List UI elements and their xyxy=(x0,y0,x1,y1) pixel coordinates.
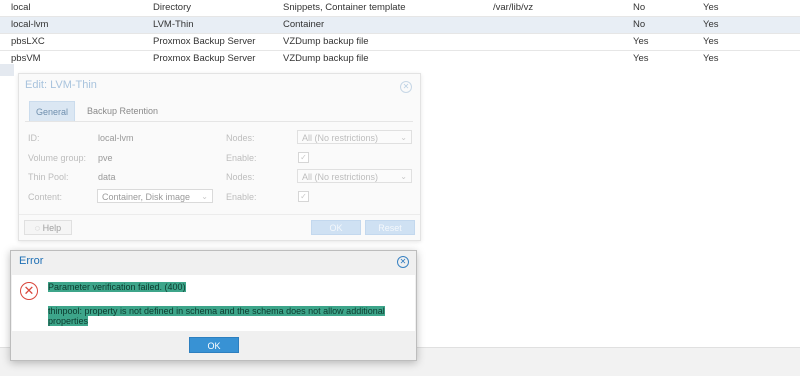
volume-group-value: pve xyxy=(98,153,113,163)
error-message-line: Parameter verification failed. (400) xyxy=(48,282,186,292)
enable-checkbox[interactable]: ✓ xyxy=(298,191,309,202)
nodes-select-value: All (No restrictions) xyxy=(302,133,379,143)
edit-lvm-thin-window: Edit: LVM-Thin ✕ General Backup Retentio… xyxy=(18,73,421,241)
cell-path: /var/lib/vz xyxy=(493,2,534,13)
chevron-down-icon: ⌄ xyxy=(400,172,407,181)
id-label: ID: xyxy=(28,133,40,143)
cell-id: local-lvm xyxy=(11,19,49,30)
table-row[interactable]: local-lvm LVM-Thin Container No Yes xyxy=(0,17,800,34)
nodes-select[interactable]: All (No restrictions) ⌄ xyxy=(297,130,412,144)
enable-checkbox[interactable]: ✓ xyxy=(298,152,309,163)
nodes-select-value: All (No restrictions) xyxy=(302,172,379,182)
side-indicator xyxy=(0,64,14,76)
cell-shared: Yes xyxy=(633,36,649,47)
cell-id: pbsLXC xyxy=(11,36,45,47)
cell-shared: No xyxy=(633,2,646,13)
error-dialog: Error ✕ ✕ Parameter verification failed.… xyxy=(10,250,417,361)
ok-button[interactable]: OK xyxy=(311,220,361,235)
content-label: Content: xyxy=(28,192,63,202)
cell-content: Container xyxy=(283,19,325,30)
error-message-line: thinpool: property is not defined in sch… xyxy=(48,306,388,316)
edit-window-title: Edit: LVM-Thin xyxy=(25,79,97,91)
error-icon: ✕ xyxy=(20,282,38,300)
cell-id: local xyxy=(11,2,31,13)
error-message-line: properties xyxy=(48,316,89,326)
cell-type: Directory xyxy=(153,2,192,13)
table-row[interactable]: local Directory Snippets, Container temp… xyxy=(0,0,800,17)
nodes-select[interactable]: All (No restrictions) ⌄ xyxy=(297,169,412,183)
tab-backup-retention[interactable]: Backup Retention xyxy=(81,101,164,121)
tab-bar: General Backup Retention xyxy=(25,101,413,122)
help-icon: ◌ xyxy=(34,223,41,233)
content-select[interactable]: Container, Disk image ⌄ xyxy=(97,189,213,203)
ok-button[interactable]: OK xyxy=(189,337,239,353)
help-button-label: Help xyxy=(42,223,62,233)
content-select-value: Container, Disk image xyxy=(102,192,191,202)
id-value: local-lvm xyxy=(98,133,134,143)
error-message-text: thinpool: property is not defined in sch… xyxy=(48,306,385,316)
cell-content: VZDump backup file xyxy=(283,36,369,47)
storage-grid: local Directory Snippets, Container temp… xyxy=(0,0,800,68)
error-dialog-footer: OK xyxy=(12,332,415,359)
cell-type: LVM-Thin xyxy=(153,19,194,30)
help-button[interactable]: ◌ Help xyxy=(24,220,72,235)
thin-pool-label: Thin Pool: xyxy=(28,172,69,182)
cell-shared: No xyxy=(633,19,646,30)
enable-label: Enable: xyxy=(226,192,257,202)
cell-content: Snippets, Container template xyxy=(283,2,406,13)
error-message-text: properties xyxy=(48,316,89,326)
table-row[interactable]: pbsLXC Proxmox Backup Server VZDump back… xyxy=(0,34,800,51)
close-icon[interactable]: ✕ xyxy=(397,256,409,268)
edit-window-footer: ◌ Help OK Reset xyxy=(19,214,420,241)
chevron-down-icon: ⌄ xyxy=(400,133,407,142)
volume-group-label: Volume group: xyxy=(28,153,87,163)
enable-label: Enable: xyxy=(226,153,257,163)
tab-general[interactable]: General xyxy=(29,101,76,121)
error-dialog-title: Error xyxy=(19,255,44,267)
chevron-down-icon: ⌄ xyxy=(201,192,208,201)
error-message-text: Parameter verification failed. (400) xyxy=(48,282,186,292)
cell-type: Proxmox Backup Server xyxy=(153,36,256,47)
cell-enabled: Yes xyxy=(703,19,719,30)
nodes-label: Nodes: xyxy=(226,133,255,143)
cell-enabled: Yes xyxy=(703,36,719,47)
close-icon[interactable]: ✕ xyxy=(400,81,412,93)
thin-pool-value: data xyxy=(98,172,116,182)
cell-enabled: Yes xyxy=(703,2,719,13)
nodes-label: Nodes: xyxy=(226,172,255,182)
reset-button[interactable]: Reset xyxy=(365,220,415,235)
error-dialog-body: ✕ Parameter verification failed. (400) t… xyxy=(12,275,415,331)
